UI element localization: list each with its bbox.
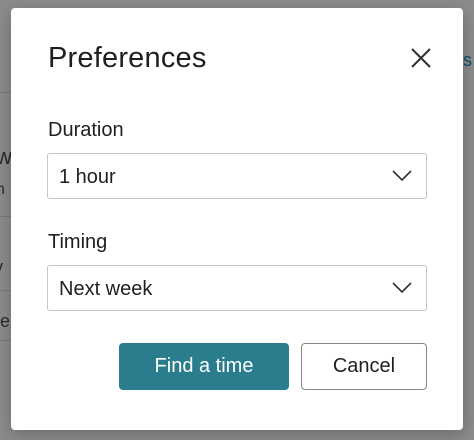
duration-label: Duration bbox=[48, 119, 124, 141]
cancel-button[interactable]: Cancel bbox=[301, 343, 427, 390]
timing-selected-value: Next week bbox=[59, 278, 153, 300]
background-divider bbox=[0, 92, 11, 93]
find-a-time-button[interactable]: Find a time bbox=[119, 343, 289, 390]
duration-dropdown[interactable]: 1 hour bbox=[47, 153, 427, 199]
background-divider bbox=[0, 340, 11, 341]
duration-selected-value: 1 hour bbox=[59, 166, 116, 188]
background-text-fragment: y bbox=[0, 258, 3, 276]
chevron-down-icon bbox=[392, 282, 412, 294]
background-divider bbox=[0, 290, 11, 291]
dialog-title: Preferences bbox=[48, 42, 207, 74]
timing-label: Timing bbox=[48, 231, 108, 253]
background-divider bbox=[0, 216, 11, 217]
preferences-dialog: Preferences Duration 1 hour Timing Next … bbox=[11, 8, 463, 430]
close-button[interactable] bbox=[407, 44, 435, 72]
background-text-fragment: s bbox=[463, 50, 472, 70]
background-text-fragment: re bbox=[0, 311, 11, 331]
close-icon bbox=[407, 44, 435, 72]
background-text-fragment: n bbox=[0, 181, 5, 198]
chevron-down-icon bbox=[392, 170, 412, 182]
timing-dropdown[interactable]: Next week bbox=[47, 265, 427, 311]
